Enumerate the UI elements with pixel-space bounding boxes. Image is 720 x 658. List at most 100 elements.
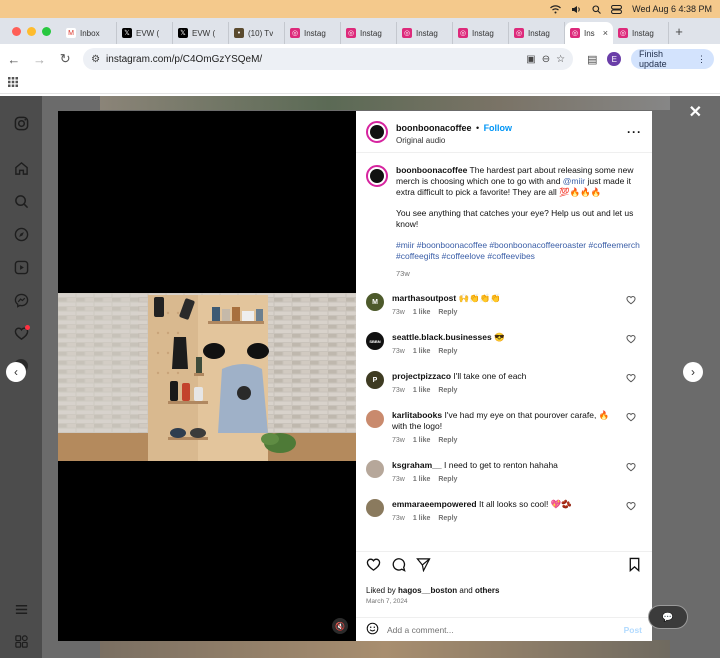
tab-strip: M Inbox 𝕏 EVW (𝕏 EVW (• (10) Tv ◎ Instag ◎ Instag…: [0, 18, 720, 44]
commenter-avatar[interactable]: [366, 460, 384, 478]
minimize-window-button[interactable]: [27, 26, 36, 36]
comments-scroll-area[interactable]: boonboonacoffee The hardest part about r…: [356, 155, 652, 549]
comment-username[interactable]: projectpizzaco: [392, 371, 451, 381]
install-app-icon[interactable]: ▣: [526, 54, 535, 65]
more-options-icon[interactable]: ···: [627, 125, 642, 139]
browser-tab[interactable]: ◎ Instag: [285, 22, 341, 44]
browser-tab[interactable]: ◎ Instag: [453, 22, 509, 44]
reels-icon[interactable]: [12, 258, 30, 276]
comment-username[interactable]: karlitabooks: [392, 410, 442, 420]
comment-likes[interactable]: 1 like: [413, 474, 431, 485]
caption-hashtags[interactable]: #miir #boonboonacoffee #boonboonacoffeer…: [396, 240, 642, 262]
bookmark-star-icon[interactable]: ☆: [556, 54, 565, 65]
floating-messages-button[interactable]: 💬: [648, 605, 688, 629]
forward-button[interactable]: →: [32, 52, 48, 67]
comment-likes[interactable]: 1 like: [413, 513, 431, 524]
next-post-button[interactable]: ›: [683, 362, 703, 382]
mute-audio-icon[interactable]: 🔇: [332, 618, 348, 634]
comment-like-heart-icon[interactable]: [626, 334, 636, 344]
comment-username[interactable]: emmaraeempowered: [392, 499, 477, 509]
messenger-icon[interactable]: [12, 291, 30, 309]
notifications-heart-icon[interactable]: [12, 324, 30, 342]
search-icon[interactable]: [12, 192, 30, 210]
reply-button[interactable]: Reply: [438, 435, 457, 446]
zoom-icon[interactable]: ⊖: [542, 54, 550, 65]
reply-button[interactable]: Reply: [438, 307, 457, 318]
apps-grid-icon[interactable]: [8, 77, 18, 90]
share-send-icon[interactable]: [416, 557, 431, 577]
commenter-avatar[interactable]: M: [366, 293, 384, 311]
comment-likes[interactable]: 1 like: [413, 435, 431, 446]
post-comment-button[interactable]: Post: [624, 625, 642, 635]
previous-post-button[interactable]: ‹: [6, 362, 26, 382]
home-icon[interactable]: [12, 159, 30, 177]
volume-icon[interactable]: [571, 5, 582, 14]
add-comment-input[interactable]: Add a comment...: [387, 625, 616, 635]
commenter-avatar[interactable]: [366, 499, 384, 517]
comment-bubble-icon[interactable]: [391, 557, 406, 577]
comment-like-heart-icon[interactable]: [626, 501, 636, 511]
save-bookmark-icon[interactable]: [627, 557, 642, 577]
follow-button[interactable]: Follow: [484, 123, 513, 133]
comment-username[interactable]: marthasoutpost: [392, 293, 456, 303]
browser-tab[interactable]: ◎ Instag: [341, 22, 397, 44]
new-tab-button[interactable]: +: [669, 24, 689, 39]
profile-avatar[interactable]: E: [607, 52, 622, 66]
reload-button[interactable]: ↻: [57, 51, 73, 67]
browser-tab[interactable]: 𝕏 EVW (: [173, 22, 229, 44]
hamburger-menu-icon[interactable]: [12, 600, 30, 618]
site-settings-icon[interactable]: ⚙: [91, 54, 100, 65]
author-avatar[interactable]: [366, 120, 388, 143]
emoji-icon[interactable]: [366, 622, 379, 637]
zoom-window-button[interactable]: [42, 26, 51, 36]
reply-button[interactable]: Reply: [438, 474, 457, 485]
comment-likes[interactable]: 1 like: [413, 385, 431, 396]
explore-compass-icon[interactable]: [12, 225, 30, 243]
comment-like-heart-icon[interactable]: [626, 412, 636, 422]
browser-tab[interactable]: ◎ Instag: [613, 22, 669, 44]
wifi-icon[interactable]: [550, 4, 562, 14]
comment-like-heart-icon[interactable]: [626, 462, 636, 472]
liked-by-others[interactable]: others: [475, 586, 499, 595]
caption-author-avatar[interactable]: [366, 165, 388, 187]
reply-button[interactable]: Reply: [438, 346, 457, 357]
close-modal-icon[interactable]: ✕: [689, 102, 702, 122]
browser-tab[interactable]: 𝕏 EVW (: [117, 22, 173, 44]
liked-by-prefix: Liked by: [366, 586, 399, 595]
liked-by-user[interactable]: hagos__boston: [398, 586, 457, 595]
browser-tab[interactable]: M Inbox: [61, 22, 117, 44]
control-center-icon[interactable]: [611, 4, 623, 14]
browser-tab[interactable]: ◎ Instag: [397, 22, 453, 44]
comment-likes[interactable]: 1 like: [413, 307, 431, 318]
url-text[interactable]: instagram.com/p/C4OmGzYSQeM/: [106, 54, 520, 65]
caption-mention-link[interactable]: @miir: [563, 176, 585, 186]
browser-tab[interactable]: ◎ Instag: [509, 22, 565, 44]
comment-likes[interactable]: 1 like: [413, 346, 431, 357]
browser-tab[interactable]: • (10) Tv: [229, 22, 285, 44]
close-window-button[interactable]: [12, 26, 21, 36]
commenter-avatar[interactable]: P: [366, 371, 384, 389]
reply-button[interactable]: Reply: [438, 385, 457, 396]
caption-username[interactable]: boonboonacoffee: [396, 165, 467, 175]
comment-username[interactable]: seattle.black.businesses: [392, 332, 492, 342]
author-username[interactable]: boonboonacoffee: [396, 123, 472, 133]
back-button[interactable]: ←: [6, 52, 22, 67]
post-video[interactable]: 🔇: [58, 111, 356, 641]
finish-update-button[interactable]: Finish update ⋮: [631, 49, 714, 69]
reply-button[interactable]: Reply: [438, 513, 457, 524]
like-heart-icon[interactable]: [366, 557, 381, 577]
menubar-datetime[interactable]: Wed Aug 6 4:38 PM: [632, 4, 712, 14]
comment-like-heart-icon[interactable]: [626, 295, 636, 305]
address-bar[interactable]: ⚙ instagram.com/p/C4OmGzYSQeM/ ▣ ⊖ ☆: [83, 48, 574, 70]
reading-mode-icon[interactable]: ▤: [587, 53, 597, 66]
audio-label[interactable]: Original audio: [396, 136, 512, 145]
also-from-meta-icon[interactable]: [12, 632, 30, 650]
instagram-logo-icon[interactable]: [12, 114, 30, 132]
search-icon[interactable]: [592, 4, 601, 14]
commenter-avatar[interactable]: [366, 410, 384, 428]
commenter-avatar[interactable]: SBBN: [366, 332, 384, 350]
comment-like-heart-icon[interactable]: [626, 373, 636, 383]
close-tab-icon[interactable]: ×: [603, 28, 608, 38]
comment-username[interactable]: ksgraham__: [392, 460, 442, 470]
browser-tab[interactable]: ◎ Ins ×: [565, 22, 613, 44]
